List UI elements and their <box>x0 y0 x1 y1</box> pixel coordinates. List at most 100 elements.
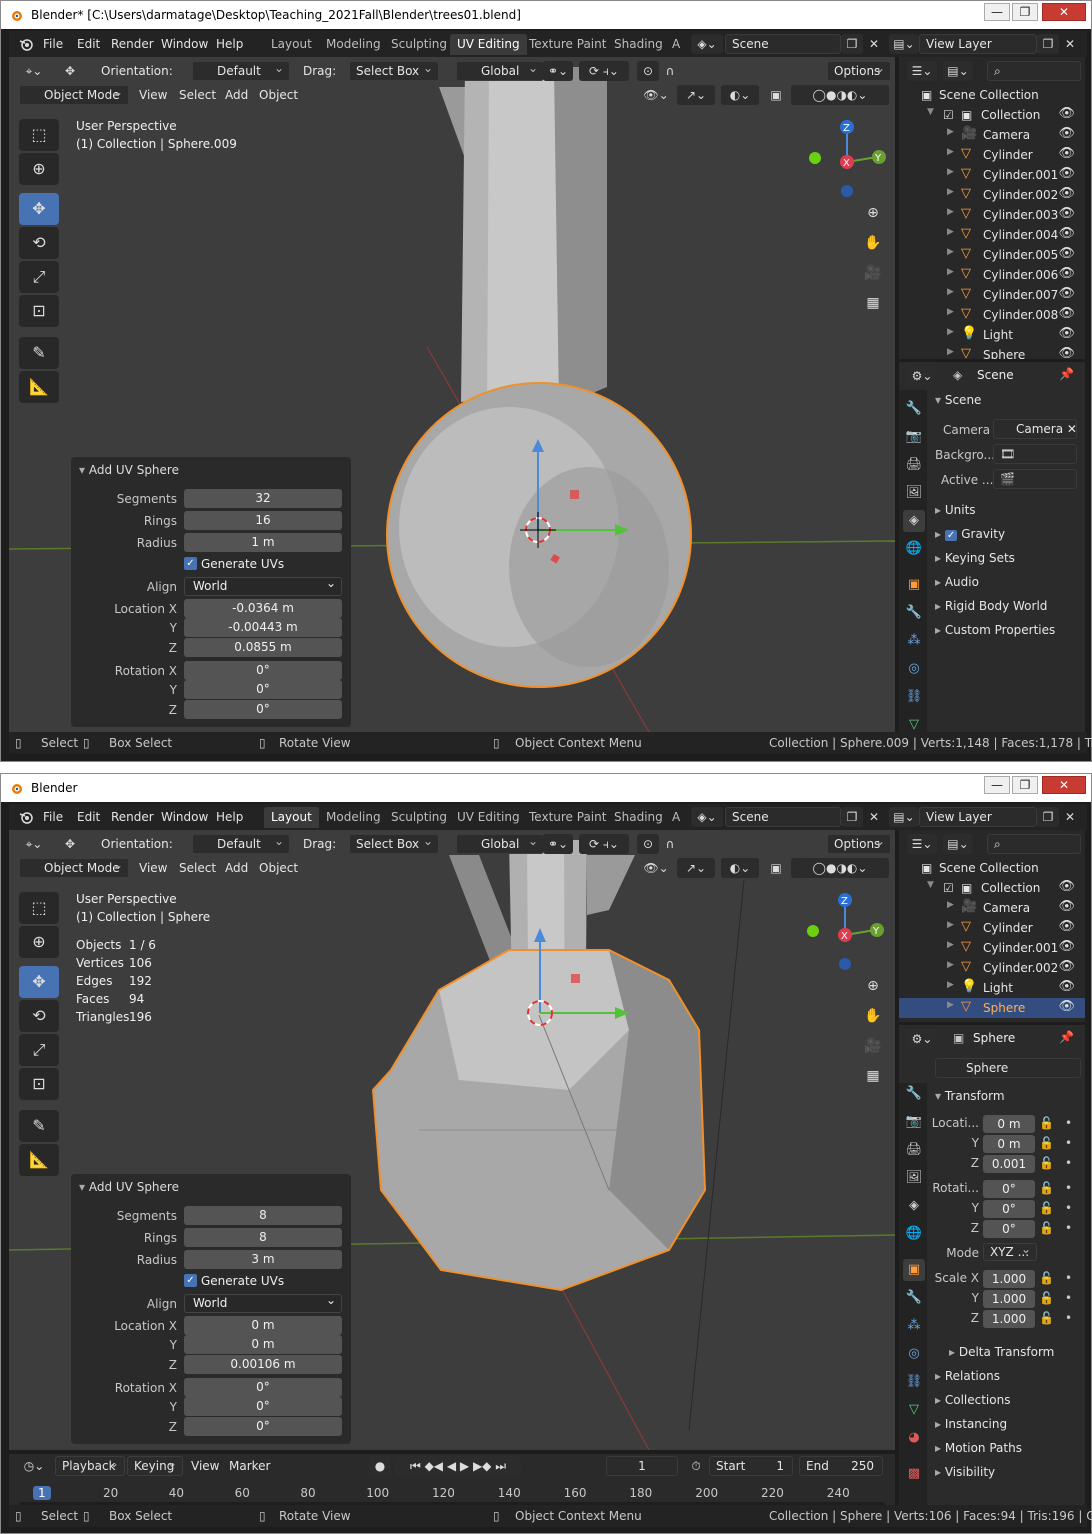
scale-tool-icon[interactable]: ⤢ <box>19 261 59 293</box>
blender-menu-icon[interactable] <box>19 37 33 51</box>
rotation-y-field[interactable]: 0° <box>983 1200 1035 1218</box>
panel-audio[interactable]: ▸ Audio <box>935 575 979 589</box>
menu-window[interactable]: Window <box>161 810 208 824</box>
tab-uv-editing[interactable]: UV Editing <box>450 34 527 55</box>
tab-texture-paint[interactable]: Texture Paint <box>522 807 613 828</box>
data-tab-icon[interactable]: ▽ <box>903 1399 925 1421</box>
camera-field[interactable]: Camera ✕ <box>993 419 1077 439</box>
location-x-field[interactable]: 0 m <box>184 1316 342 1335</box>
constraints-tab-icon[interactable]: ⛓ <box>903 1371 925 1393</box>
location-y-field[interactable]: -0.00443 m <box>184 618 342 637</box>
outliner-item-cylinder-002[interactable]: ▶ ▽ Cylinder.002 👁 <box>899 958 1085 978</box>
panel-relations[interactable]: ▸ Relations <box>935 1369 1000 1383</box>
view-layer-tab-icon[interactable]: 🖼 <box>903 1167 925 1189</box>
lock-icon[interactable]: 🔓 <box>1039 1136 1054 1150</box>
scale-tool-icon[interactable]: ⤢ <box>19 1034 59 1066</box>
keyframe-dot-icon[interactable]: • <box>1065 1156 1072 1170</box>
particles-tab-icon[interactable]: ⁂ <box>903 630 925 652</box>
scene-name-field[interactable]: Scene <box>725 807 841 827</box>
rotation-y-field[interactable]: 0° <box>184 1397 342 1416</box>
view-layer-field[interactable]: View Layer <box>919 807 1037 827</box>
render-tab-icon[interactable]: 📷 <box>903 1111 925 1133</box>
shading-modes-icon[interactable]: ◯●◑◐⌄ <box>791 85 889 105</box>
keyframe-dot-icon[interactable]: • <box>1065 1116 1072 1130</box>
location-x-field[interactable]: 0 m <box>983 1115 1035 1133</box>
menu-view[interactable]: View <box>133 858 173 878</box>
rotation-mode-dropdown[interactable]: XYZ ... <box>983 1241 1037 1261</box>
eye-icon[interactable]: 👁 <box>1058 186 1075 201</box>
close-button[interactable]: ✕ <box>1042 776 1086 794</box>
outliner-item-cylinder-006[interactable]: ▶ ▽ Cylinder.006 👁 <box>899 265 1085 285</box>
radius-field[interactable]: 3 m <box>184 1250 342 1269</box>
cursor-tool-icon[interactable]: ⊕ <box>19 153 59 185</box>
eye-icon[interactable]: 👁 <box>1058 146 1075 161</box>
view-layer-browse-icon[interactable]: ▤⌄ <box>889 807 919 827</box>
location-z-field[interactable]: 0.0855 m <box>184 638 342 657</box>
location-y-field[interactable]: 0 m <box>184 1335 342 1354</box>
maximize-button[interactable]: ❐ <box>1012 3 1038 21</box>
panel-collections[interactable]: ▸ Collections <box>935 1393 1010 1407</box>
minimize-button[interactable]: — <box>984 3 1010 21</box>
eye-icon[interactable]: 👁 <box>1058 979 1075 994</box>
camera-view-icon[interactable]: 🎥 <box>860 1033 886 1059</box>
modifier-tab-icon[interactable]: 🔧 <box>903 602 925 624</box>
mode-dropdown[interactable]: Object Mode <box>19 83 129 105</box>
delete-scene-icon[interactable]: ✕ <box>863 807 885 827</box>
expand-icon[interactable]: ▶ <box>947 960 954 970</box>
outliner-item-cylinder-005[interactable]: ▶ ▽ Cylinder.005 👁 <box>899 245 1085 265</box>
menu-view[interactable]: View <box>133 85 173 105</box>
tool-tab-icon[interactable]: 🔧 <box>903 398 925 420</box>
eye-icon[interactable]: 👁 <box>1058 999 1075 1014</box>
tab-shading[interactable]: Shading <box>607 807 670 828</box>
delete-view-layer-icon[interactable]: ✕ <box>1059 34 1081 54</box>
outliner-scene-collection[interactable]: ▣ Scene Collection <box>899 858 1085 878</box>
eye-icon[interactable]: 👁 <box>1058 266 1075 281</box>
measure-tool-icon[interactable]: 📐 <box>19 371 59 403</box>
outliner-item-cylinder-001[interactable]: ▶ ▽ Cylinder.001 👁 <box>899 165 1085 185</box>
eye-icon[interactable]: 👁 <box>1058 899 1075 914</box>
pin-icon[interactable]: 📌 <box>1059 367 1074 381</box>
lock-icon[interactable]: 🔓 <box>1039 1291 1054 1305</box>
outliner-item-cylinder-008[interactable]: ▶ ▽ Cylinder.008 👁 <box>899 305 1085 325</box>
select-box-tool-icon[interactable]: ⬚ <box>19 119 59 151</box>
lock-icon[interactable]: 🔓 <box>1039 1221 1054 1235</box>
output-tab-icon[interactable]: 🖨 <box>903 1139 925 1161</box>
eye-icon[interactable]: 👁 <box>1058 206 1075 221</box>
eye-icon[interactable]: 👁 <box>1058 959 1075 974</box>
object-tab-icon[interactable]: ▣ <box>903 574 925 596</box>
rotation-x-field[interactable]: 0° <box>983 1180 1035 1198</box>
rotation-y-field[interactable]: 0° <box>184 680 342 699</box>
scene-tab-icon[interactable]: ◈ <box>903 1195 925 1217</box>
particles-tab-icon[interactable]: ⁂ <box>903 1315 925 1337</box>
outliner-item-cylinder-004[interactable]: ▶ ▽ Cylinder.004 👁 <box>899 225 1085 245</box>
eye-icon[interactable]: 👁 <box>1058 919 1075 934</box>
orientation-dropdown[interactable]: Default <box>192 832 290 854</box>
lock-icon[interactable]: 🔓 <box>1039 1181 1054 1195</box>
keyframe-dot-icon[interactable]: • <box>1065 1181 1072 1195</box>
physics-tab-icon[interactable]: ◎ <box>903 658 925 680</box>
close-button[interactable]: ✕ <box>1042 3 1086 21</box>
tab-modeling[interactable]: Modeling <box>319 34 388 55</box>
expand-icon[interactable]: ▼ <box>927 107 934 117</box>
playback-dropdown[interactable]: Playback <box>55 1454 125 1476</box>
eye-icon[interactable]: 👁 <box>1058 326 1075 341</box>
segments-field[interactable]: 8 <box>184 1206 342 1225</box>
eye-icon[interactable]: 👁 <box>1058 346 1075 359</box>
align-dropdown[interactable]: World <box>184 575 342 596</box>
xray-icon[interactable]: ▣ <box>765 858 787 878</box>
scene-browse-icon[interactable]: ◈⌄ <box>691 34 723 54</box>
transform-orientation-dropdown[interactable]: Global <box>456 59 544 81</box>
view-layer-tab-icon[interactable]: 🖼 <box>903 482 925 504</box>
scene-name-field[interactable]: Scene <box>725 34 841 54</box>
outliner-item-cylinder-001[interactable]: ▶ ▽ Cylinder.001 👁 <box>899 938 1085 958</box>
physics-tab-icon[interactable]: ◎ <box>903 1343 925 1365</box>
blender-menu-icon[interactable] <box>19 810 33 824</box>
measure-tool-icon[interactable]: 📐 <box>19 1144 59 1176</box>
visibility-icon[interactable]: 👁⌄ <box>641 85 671 105</box>
rotate-tool-icon[interactable]: ⟲ <box>19 1000 59 1032</box>
gizmo-toggle-icon[interactable]: ↗⌄ <box>677 85 715 105</box>
drag-dropdown[interactable]: Select Box <box>349 832 439 854</box>
expand-icon[interactable]: ▶ <box>947 347 954 357</box>
end-frame-field[interactable]: End 250 <box>799 1456 883 1476</box>
tab-sculpting[interactable]: Sculpting <box>384 807 454 828</box>
